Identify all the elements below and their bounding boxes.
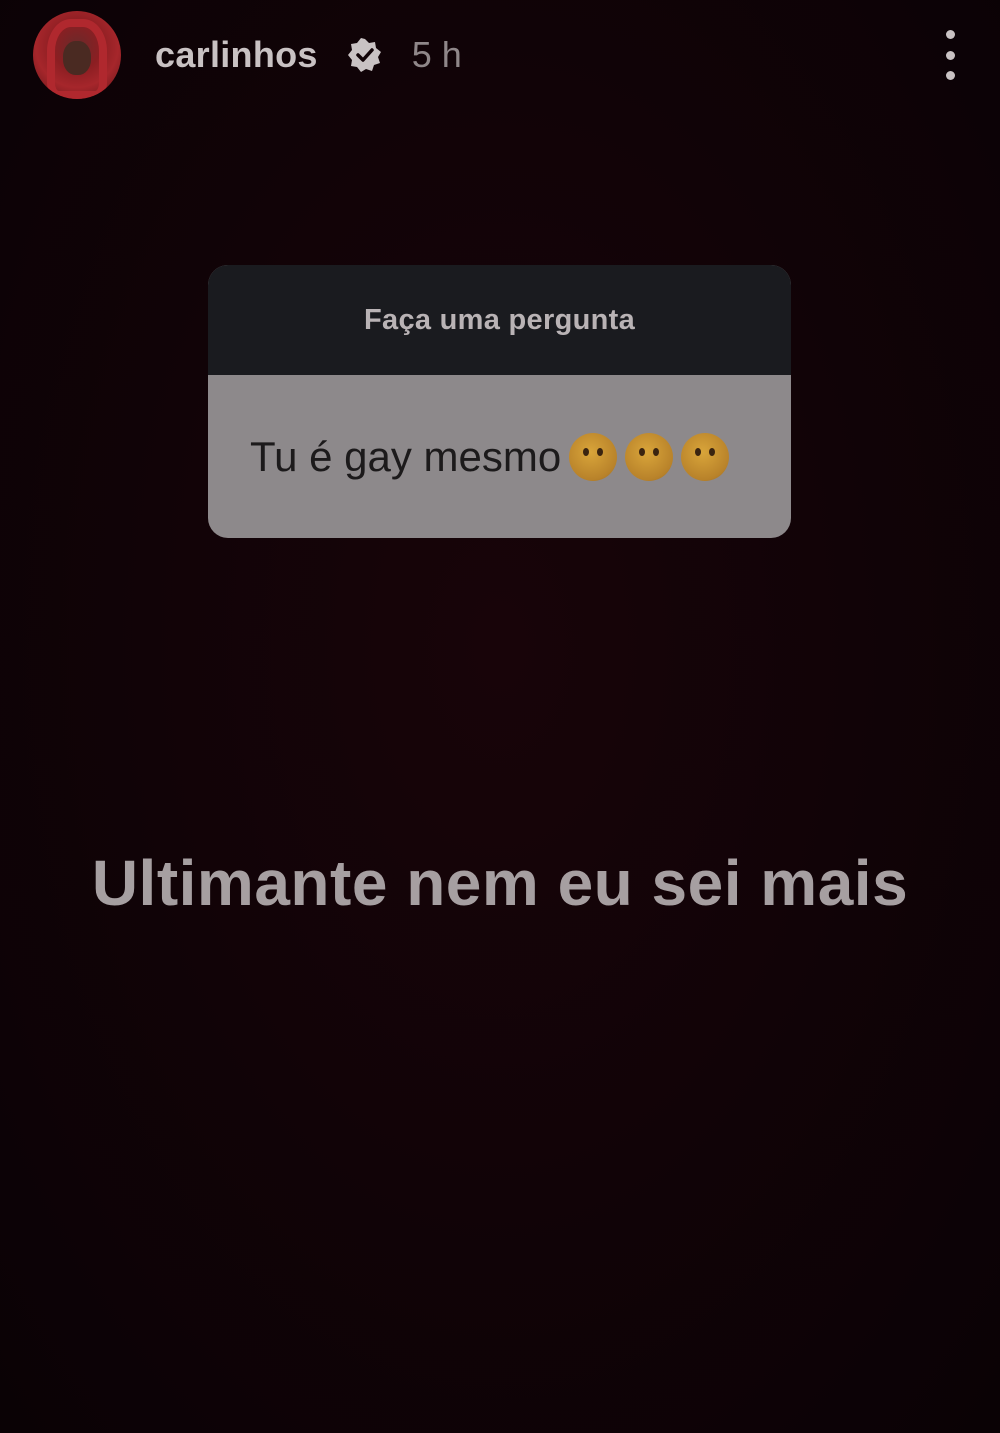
- question-sticker-body: Tu é gay mesmo: [208, 375, 791, 538]
- question-text: Tu é gay mesmo: [250, 432, 562, 480]
- thinking-face-emoji-icon: [569, 432, 618, 481]
- question-sticker-title: Faça uma pergunta: [208, 265, 791, 375]
- answer-text: Ultimante nem eu sei mais: [91, 847, 909, 919]
- story-header: carlinhos 5 h: [33, 10, 960, 100]
- story-view: carlinhos 5 h Faça uma pergunta Tu é gay…: [0, 0, 1000, 1433]
- more-dot: [945, 71, 955, 80]
- verified-badge-icon: [347, 38, 382, 72]
- username[interactable]: carlinhos: [155, 34, 318, 76]
- thinking-face-emoji-icon: [681, 432, 730, 481]
- more-dot: [945, 50, 955, 60]
- question-sticker[interactable]: Faça uma pergunta Tu é gay mesmo: [208, 265, 791, 538]
- thinking-face-emoji-icon: [625, 432, 674, 481]
- avatar[interactable]: [33, 11, 121, 99]
- more-options-icon[interactable]: [940, 30, 960, 80]
- avatar-face-shape: [63, 41, 91, 75]
- more-dot: [945, 30, 955, 39]
- timestamp: 5 h: [411, 34, 462, 75]
